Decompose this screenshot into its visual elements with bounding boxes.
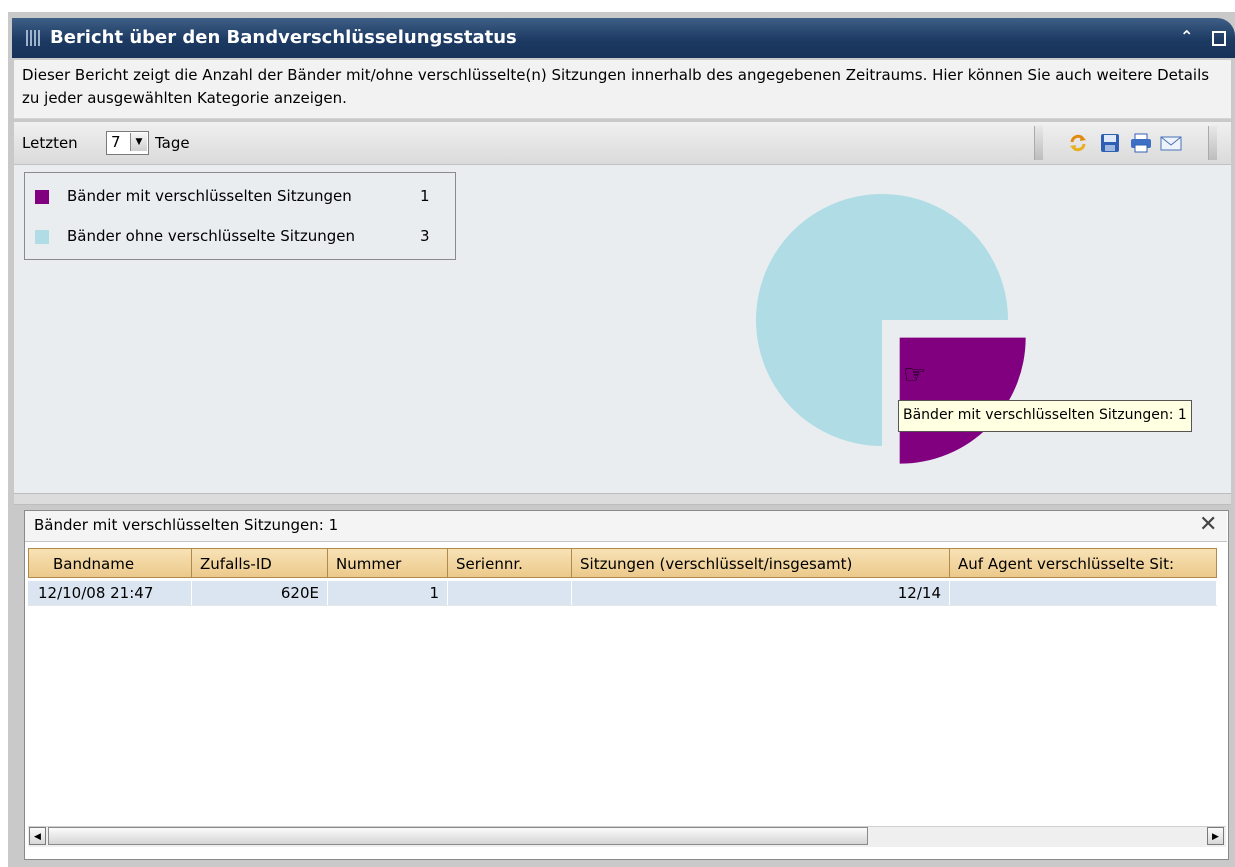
chevron-down-icon[interactable]: ▼ <box>130 133 147 151</box>
legend-count: 1 <box>420 187 430 205</box>
refresh-icon[interactable] <box>1068 133 1088 153</box>
chart-tooltip: Bänder mit verschlüsselten Sitzungen: 1 <box>898 400 1192 432</box>
column-header-bandname[interactable]: Bandname <box>28 548 192 578</box>
toolbar-separator <box>1208 126 1217 160</box>
table-cell: 12/10/08 21:47 <box>28 581 192 605</box>
save-icon[interactable] <box>1100 133 1120 153</box>
pie-chart <box>756 194 1026 464</box>
table-header: Bandname Zufalls-ID Nummer Seriennr. Sit… <box>28 548 1217 580</box>
double-chevron-up-icon[interactable]: ⌃ <box>1180 27 1193 46</box>
scrollbar-thumb[interactable] <box>48 827 868 845</box>
legend-label: Bänder mit verschlüsselten Sitzungen <box>67 187 352 205</box>
days-value: 7 <box>111 133 121 151</box>
days-prefix-label: Letzten <box>22 134 78 152</box>
legend-swatch <box>35 230 49 244</box>
drag-grip-icon[interactable] <box>26 30 40 46</box>
hand-cursor-icon: ☞ <box>903 360 927 390</box>
email-icon[interactable] <box>1160 133 1182 153</box>
print-icon[interactable] <box>1130 133 1151 153</box>
column-header-zufalls-id[interactable]: Zufalls-ID <box>192 548 328 578</box>
table-row[interactable]: 12/10/08 21:47 620E 1 12/14 <box>28 581 1217 606</box>
report-description: Dieser Bericht zeigt die Anzahl der Bänd… <box>22 66 1210 107</box>
table-cell: 1 <box>328 581 448 605</box>
column-header-sitzungen[interactable]: Sitzungen (verschlüsselt/insgesamt) <box>572 548 950 578</box>
scroll-right-icon[interactable]: ▶ <box>1207 827 1224 845</box>
column-header-agent-encrypted[interactable]: Auf Agent verschlüsselte Sit: <box>950 548 1217 578</box>
close-icon[interactable]: ✕ <box>1199 512 1217 537</box>
toolbar-separator <box>1034 126 1043 160</box>
column-header-nummer[interactable]: Nummer <box>328 548 448 578</box>
maximize-icon[interactable] <box>1212 31 1226 46</box>
legend-swatch <box>35 190 49 204</box>
legend-count: 3 <box>420 227 430 245</box>
detail-title: Bänder mit verschlüsselten Sitzungen: 1 <box>34 516 339 534</box>
window-title: Bericht über den Bandverschlüsselungssta… <box>50 27 517 48</box>
scroll-left-icon[interactable]: ◀ <box>29 827 46 845</box>
table-cell: 12/14 <box>572 581 950 605</box>
days-suffix-label: Tage <box>155 134 190 152</box>
column-header-seriennr[interactable]: Seriennr. <box>448 548 572 578</box>
table-cell <box>448 581 572 605</box>
days-select[interactable]: 7 ▼ <box>106 131 149 155</box>
toolbar <box>14 122 1231 165</box>
table-cell <box>950 581 1217 605</box>
chart-legend: Bänder mit verschlüsselten Sitzungen 1 B… <box>24 172 456 260</box>
panel-splitter[interactable] <box>14 493 1231 505</box>
legend-label: Bänder ohne verschlüsselte Sitzungen <box>67 227 355 245</box>
table-cell: 620E <box>192 581 328 605</box>
